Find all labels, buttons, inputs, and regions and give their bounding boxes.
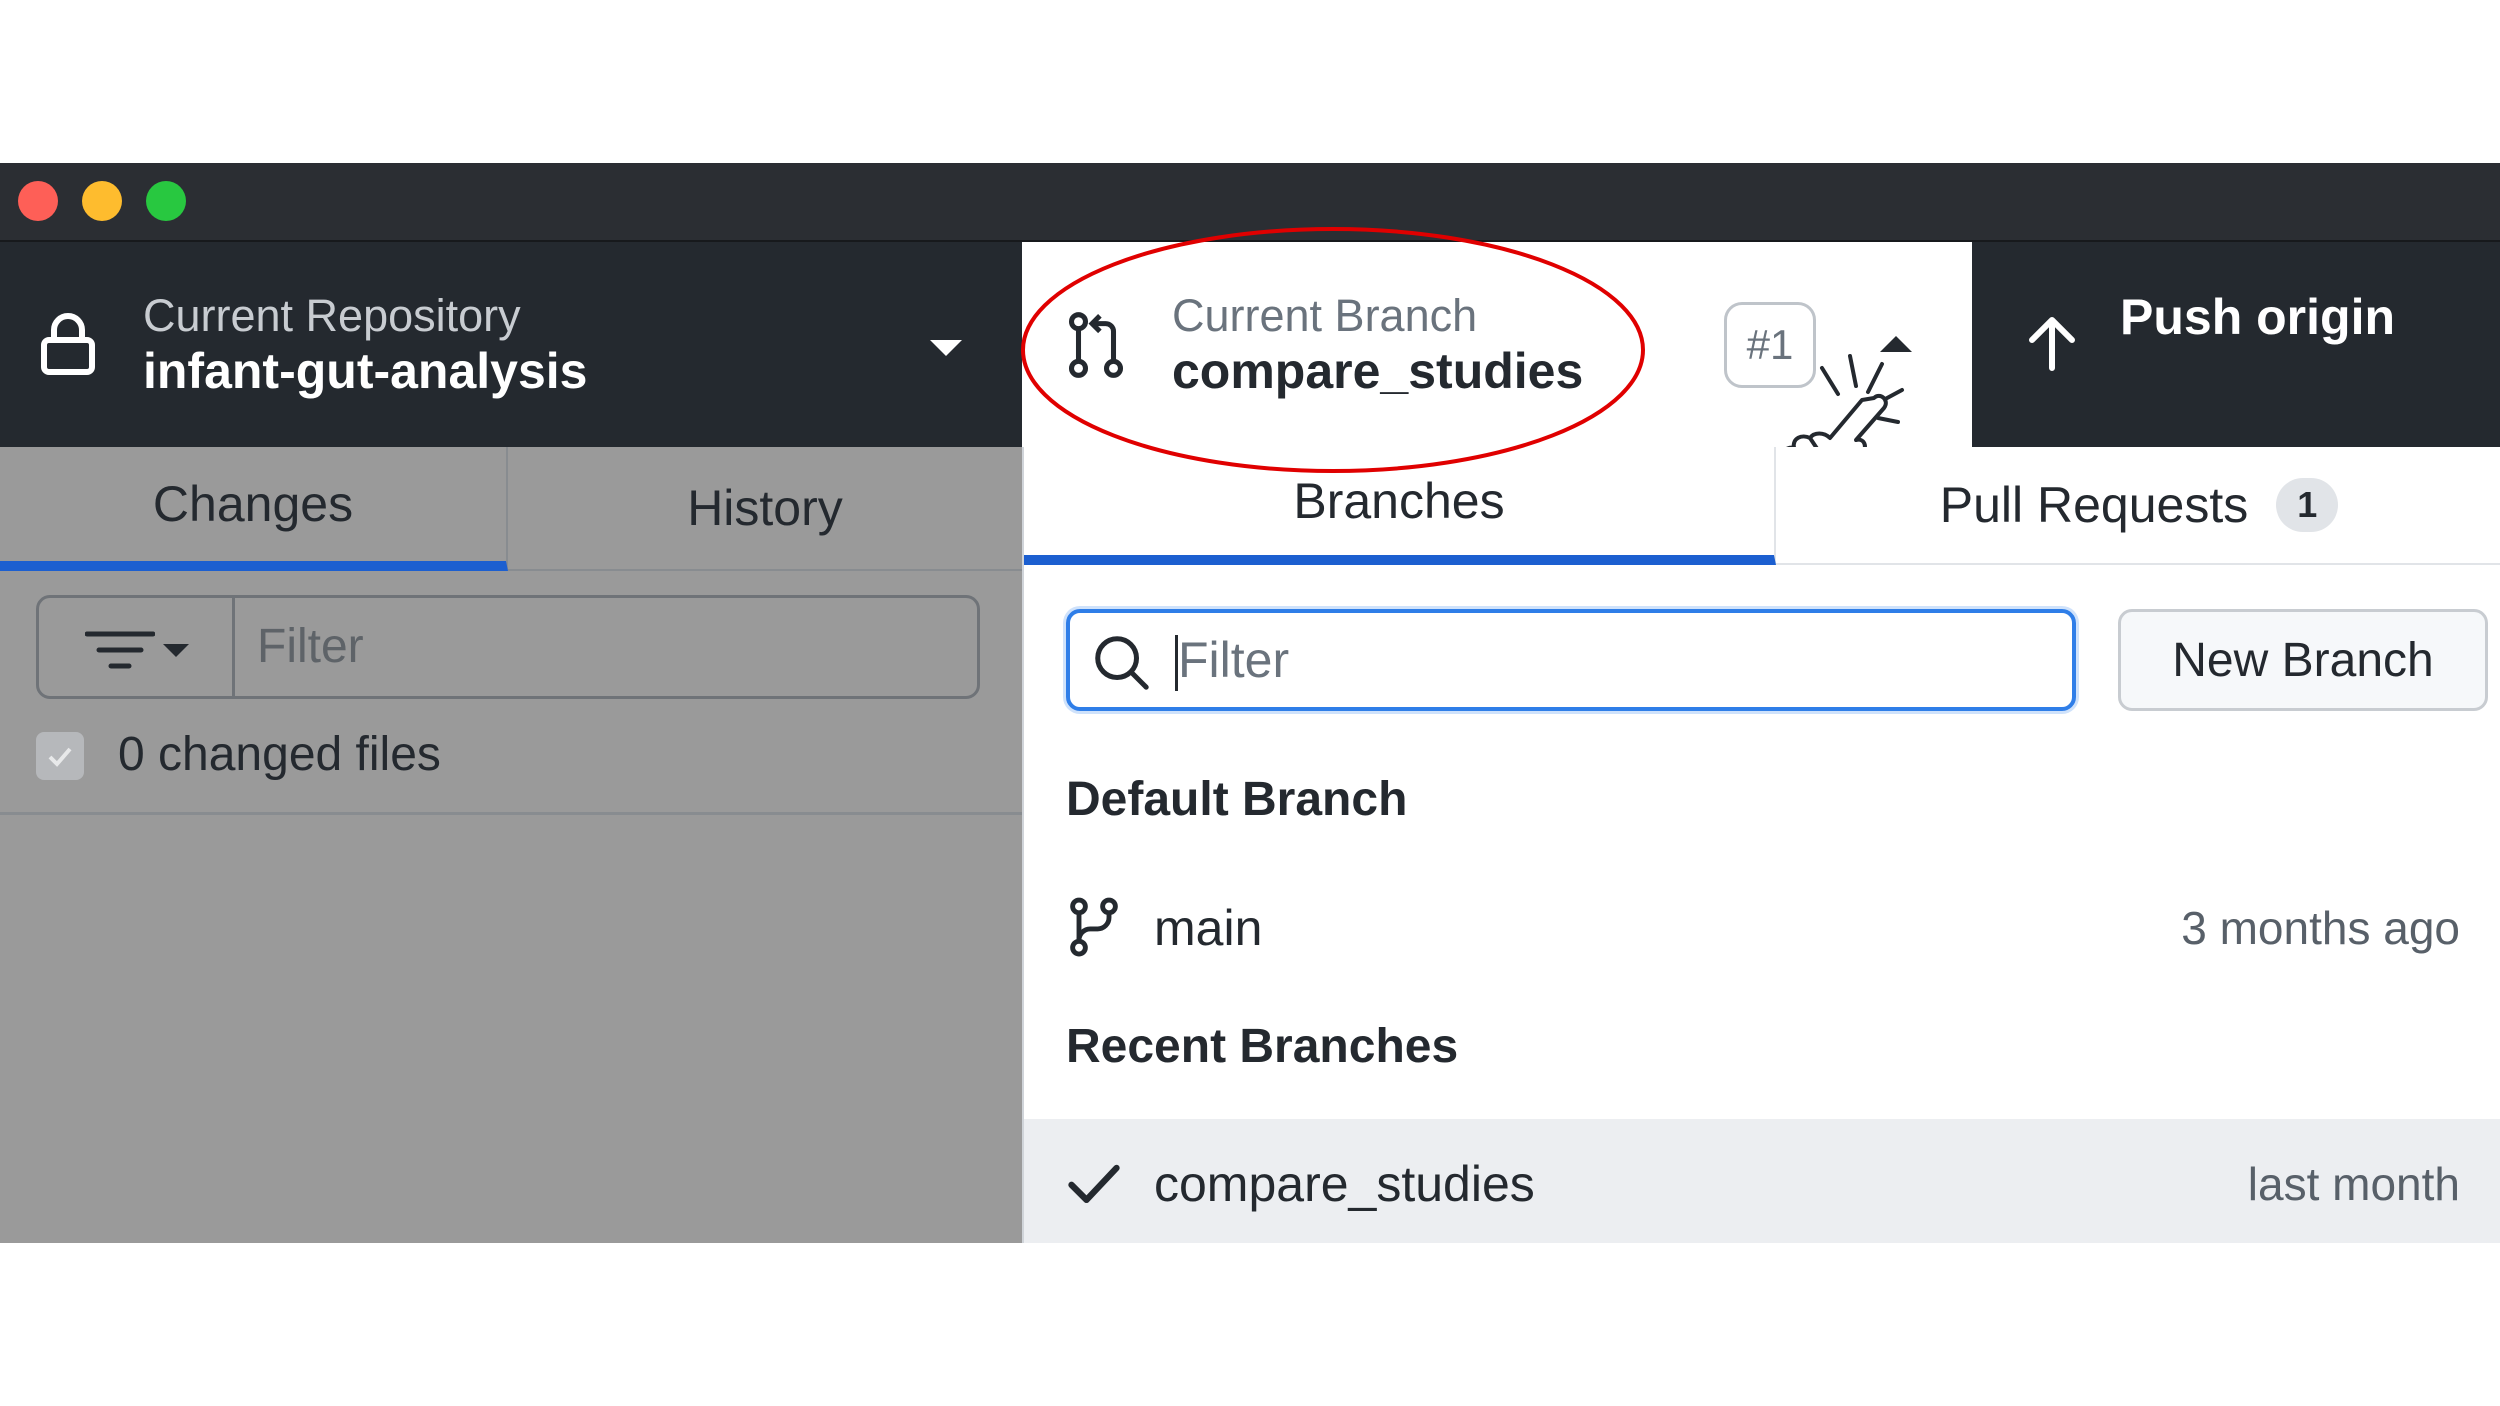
- select-all-checkbox[interactable]: [36, 732, 84, 780]
- filter-options-button[interactable]: [39, 598, 235, 696]
- git-pull-request-icon: [1068, 312, 1124, 378]
- branch-list-item-compare-studies[interactable]: compare_studies last month: [1024, 1119, 2500, 1243]
- branch-list-item-main[interactable]: main 3 months ago: [1024, 863, 2500, 987]
- toolbar: Current Repository infant-gut-analysis C…: [0, 242, 2500, 498]
- tab-pull-requests[interactable]: Pull Requests 1: [1776, 447, 2500, 565]
- current-repository-label: Current Repository: [143, 290, 521, 341]
- current-branch-name: compare_studies: [1172, 343, 1584, 399]
- tab-branches-label: Branches: [1293, 473, 1505, 529]
- push-origin-button[interactable]: Push origin: [1972, 242, 2500, 447]
- chevron-down-icon: [163, 644, 189, 657]
- divider: [0, 812, 1022, 815]
- tab-pull-requests-label: Pull Requests: [1939, 477, 2249, 533]
- lock-icon: [41, 313, 95, 375]
- arrow-up-icon: [2029, 317, 2075, 371]
- changes-pane: Changes History Filter 0 changed files: [0, 447, 1022, 1243]
- check-icon: [1068, 1164, 1120, 1204]
- minimize-window-button[interactable]: [82, 181, 122, 221]
- changes-filter: Filter: [36, 595, 980, 699]
- branch-filter[interactable]: Filter: [1066, 609, 2076, 711]
- close-window-button[interactable]: [18, 181, 58, 221]
- changed-files-count: 0 changed files: [118, 728, 441, 781]
- tab-branches[interactable]: Branches: [1024, 447, 1776, 565]
- title-bar: [0, 163, 2500, 242]
- current-branch-button[interactable]: Current Branch compare_studies #1: [1022, 242, 1972, 498]
- checkmark-icon: [48, 747, 72, 767]
- github-desktop-window: Current Repository infant-gut-analysis C…: [0, 163, 2500, 1243]
- recent-branches-heading: Recent Branches: [1066, 1020, 1459, 1073]
- default-branch-heading: Default Branch: [1066, 773, 1408, 826]
- branch-name: compare_studies: [1154, 1156, 1535, 1212]
- search-icon: [1095, 636, 1149, 690]
- branch-filter-input[interactable]: Filter: [1178, 613, 1289, 707]
- changes-filter-input[interactable]: Filter: [257, 598, 364, 696]
- push-origin-label: Push origin: [2120, 289, 2395, 345]
- tab-changes[interactable]: Changes: [0, 447, 508, 571]
- git-branch-icon: [1070, 897, 1118, 957]
- current-branch-label: Current Branch: [1172, 290, 1478, 341]
- branch-timestamp: last month: [2247, 1158, 2460, 1210]
- current-repository-button[interactable]: Current Repository infant-gut-analysis: [0, 242, 1022, 447]
- zoom-window-button[interactable]: [146, 181, 186, 221]
- pull-requests-count-badge: 1: [2276, 478, 2339, 532]
- filter-icon: [85, 631, 155, 669]
- new-branch-button[interactable]: New Branch: [2118, 609, 2488, 711]
- chevron-down-icon: [930, 340, 962, 356]
- branch-dropdown: Branches Pull Requests 1 Filter New Bran…: [1022, 447, 2500, 1243]
- current-repository-name: infant-gut-analysis: [143, 343, 588, 399]
- branch-name: main: [1154, 900, 1263, 956]
- branch-timestamp: 3 months ago: [2181, 902, 2460, 954]
- tab-history[interactable]: History: [508, 447, 1022, 571]
